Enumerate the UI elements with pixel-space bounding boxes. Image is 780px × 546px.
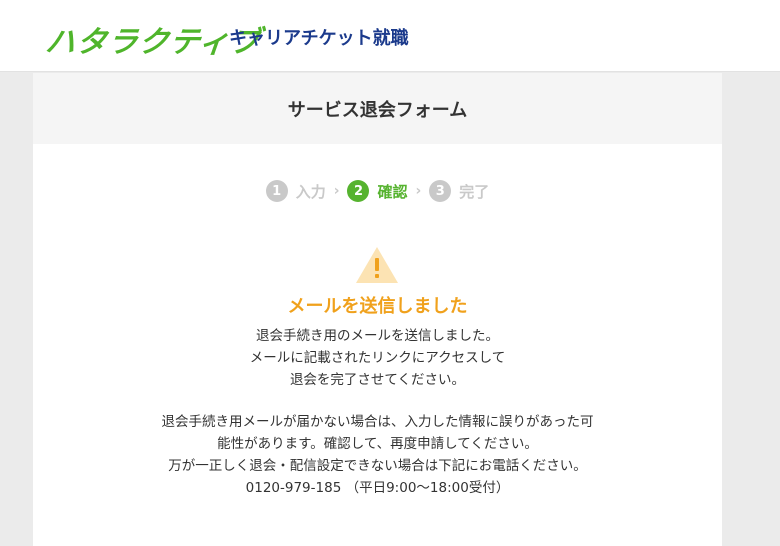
phone-number[interactable]: 0120-979-185 xyxy=(246,480,342,496)
panel-header: サービス退会フォーム xyxy=(33,73,722,144)
message-body: 退会手続き用のメールを送信しました。 メールに記載されたリンクにアクセスして 退… xyxy=(33,325,722,499)
chevron-right-icon: › xyxy=(333,183,340,199)
step-number: 3 xyxy=(429,180,452,202)
phone-info: 0120-979-185 （平日9:00〜18:00受付） xyxy=(33,477,722,499)
step-confirm: 2 確認 xyxy=(347,180,408,202)
step-input: 1 入力 xyxy=(265,180,326,202)
withdrawal-panel: サービス退会フォーム 1 入力 › 2 確認 › 3 完了 メールを送信しました… xyxy=(33,73,722,546)
step-label: 完了 xyxy=(459,182,490,201)
phone-hours: （平日9:00〜18:00受付） xyxy=(345,480,510,496)
step-indicator: 1 入力 › 2 確認 › 3 完了 xyxy=(33,178,722,204)
site-header: ハタラクティブ キャリアチケット就職 xyxy=(0,0,780,72)
step-complete: 3 完了 xyxy=(429,180,489,202)
message-line: メールに記載されたリンクにアクセスして xyxy=(249,350,506,366)
message-line: 退会手続き用のメールを送信しました。 xyxy=(256,328,499,344)
message-heading: メールを送信しました xyxy=(287,296,468,317)
chevron-right-icon: › xyxy=(415,183,422,199)
message-line: 退会を完了させてください。 xyxy=(289,372,466,388)
message-line: 万が一正しく退会・配信設定できない場合は下記にお電話ください。 xyxy=(168,458,587,474)
message-line: 退会手続き用メールが届かない場合は、入力した情報に誤りがあった可能性があります。… xyxy=(161,414,594,452)
step-number: 1 xyxy=(265,180,288,202)
page-title: サービス退会フォーム xyxy=(287,99,468,121)
career-ticket-logo[interactable]: キャリアチケット就職 xyxy=(229,24,409,50)
step-number: 2 xyxy=(347,180,370,202)
step-label: 確認 xyxy=(377,182,408,201)
step-label: 入力 xyxy=(295,182,326,201)
warning-triangle-icon xyxy=(356,247,398,283)
